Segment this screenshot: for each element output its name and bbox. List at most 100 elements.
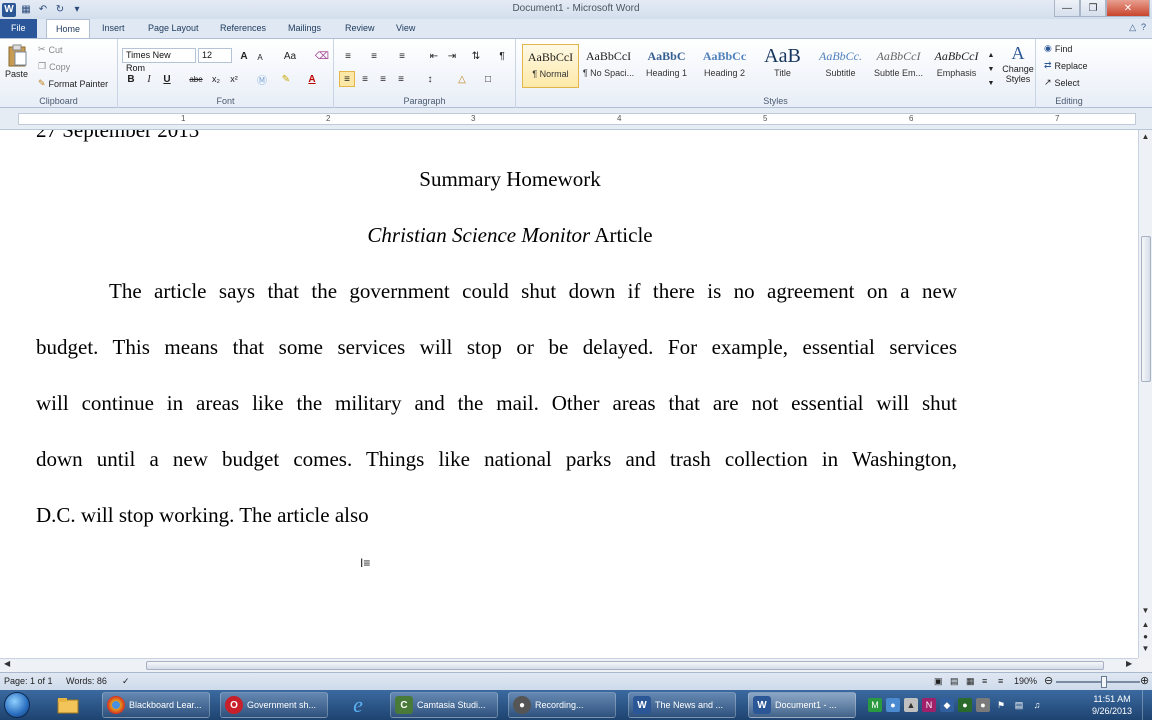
paste-button[interactable]: Paste [5,43,28,79]
style-title[interactable]: AaB Title [754,44,811,88]
zoom-out-icon[interactable]: ⊖ [1044,674,1053,687]
underline-button[interactable]: U [159,71,175,87]
word-count[interactable]: Words: 86 [66,676,107,686]
taskbar-item-document1[interactable]: W Document1 - ... [748,692,856,718]
explorer-icon[interactable] [50,693,86,717]
show-desktop-button[interactable] [1142,690,1152,720]
format-painter-button[interactable]: ✎ Format Painter [38,78,108,89]
style-normal[interactable]: AaBbCcI ¶ Normal [522,44,579,88]
increase-indent-icon[interactable]: ⇥ [444,48,460,64]
tray-app-icon[interactable]: M [868,698,882,712]
find-button[interactable]: ◉ Find [1044,43,1072,54]
horizontal-scrollbar[interactable]: ◀ ▶ [0,658,1138,672]
tab-view[interactable]: View [387,19,424,38]
justify-icon[interactable]: ≡ [393,71,409,87]
tab-home[interactable]: Home [46,19,91,38]
style-heading-1[interactable]: AaBbC Heading 1 [638,44,695,88]
clear-formatting-icon[interactable]: ⌫ [314,48,330,64]
full-screen-reading-icon[interactable]: ▤ [950,676,959,687]
scroll-left-icon[interactable]: ◀ [4,659,10,668]
tray-app-icon[interactable]: ● [958,698,972,712]
vertical-scrollbar[interactable]: ▲ ▼ ▲ ● ▼ [1138,130,1152,658]
document-page[interactable]: 27 September 2013 Summary Homework Chris… [18,130,1138,658]
tray-app-icon[interactable]: ● [886,698,900,712]
draft-view-icon[interactable]: ≡ [998,676,1003,686]
style-heading-2[interactable]: AaBbCc Heading 2 [696,44,753,88]
minimize-button[interactable]: — [1054,0,1080,17]
decrease-indent-icon[interactable]: ⇤ [426,48,442,64]
font-name-combo[interactable]: Times New Rom [122,48,196,73]
internet-explorer-icon[interactable]: e [340,692,376,717]
style-no-spacing[interactable]: AaBbCcI ¶ No Spaci... [580,44,637,88]
minimize-ribbon-icon[interactable]: △ [1129,22,1136,33]
select-button[interactable]: ↗ Select [1044,77,1080,88]
sort-icon[interactable]: ⇅ [468,48,484,64]
change-case-icon[interactable]: Aa [280,48,300,64]
taskbar-item-camtasia[interactable]: C Camtasia Studi... [390,692,498,718]
system-clock[interactable]: 11:51 AM 9/26/2013 [1084,693,1140,717]
document-area[interactable]: 27 September 2013 Summary Homework Chris… [0,130,1138,658]
style-subtitle[interactable]: AaBbCc. Subtitle [812,44,869,88]
italic-button[interactable]: I [141,71,157,87]
style-emphasis[interactable]: AaBbCcI Emphasis [928,44,985,88]
numbering-icon[interactable]: ≡ [366,48,382,64]
replace-button[interactable]: ⇄ Replace [1044,60,1088,71]
bold-button[interactable]: B [123,71,139,87]
scroll-down-icon[interactable]: ▼ [1139,606,1152,615]
network-icon[interactable]: ▤ [1012,698,1026,712]
next-page-icon[interactable]: ▼ [1139,644,1152,653]
change-styles-button[interactable]: A Change Styles [1000,43,1036,84]
scroll-right-icon[interactable]: ▶ [1126,659,1132,668]
line-spacing-icon[interactable]: ↕ [422,71,438,87]
select-browse-object-icon[interactable]: ● [1139,632,1152,641]
align-center-icon[interactable]: ≡ [357,71,373,87]
web-layout-icon[interactable]: ▦ [966,676,975,687]
multilevel-list-icon[interactable]: ≡ [394,48,410,64]
tab-review[interactable]: Review [336,19,384,38]
tab-mailings[interactable]: Mailings [279,19,330,38]
zoom-in-icon[interactable]: ⊕ [1140,674,1149,687]
tray-app-icon[interactable]: ▲ [904,698,918,712]
copy-button[interactable]: ❐ Copy [38,61,70,72]
zoom-level[interactable]: 190% [1014,676,1037,686]
tray-app-icon[interactable]: ● [976,698,990,712]
onenote-icon[interactable]: N [922,698,936,712]
strikethrough-button[interactable]: abe [186,71,206,87]
font-size-combo[interactable]: 12 [198,48,232,63]
scroll-up-icon[interactable]: ▲ [1139,132,1152,141]
page-count[interactable]: Page: 1 of 1 [4,676,53,686]
taskbar-item-blackboard[interactable]: Blackboard Lear... [102,692,210,718]
maximize-button[interactable]: ❐ [1080,0,1106,17]
print-layout-icon[interactable]: ▣ [934,676,943,687]
horizontal-scroll-thumb[interactable] [146,661,1104,670]
borders-icon[interactable]: □ [480,71,496,87]
outline-view-icon[interactable]: ≡ [982,676,987,686]
proofing-icon[interactable]: ✓ [122,676,130,687]
styles-more-icon[interactable]: ▼ [986,75,996,91]
volume-icon[interactable]: ♫ [1030,698,1044,712]
tab-insert[interactable]: Insert [93,19,134,38]
tab-page-layout[interactable]: Page Layout [139,19,208,38]
show-formatting-icon[interactable]: ¶ [494,48,510,64]
previous-page-icon[interactable]: ▲ [1139,620,1152,629]
close-button[interactable]: ✕ [1106,0,1150,17]
font-color-icon[interactable]: A [304,71,320,87]
subscript-button[interactable]: x₂ [208,71,224,87]
start-button[interactable] [4,692,30,718]
action-center-icon[interactable]: ⚑ [994,698,1008,712]
style-subtle-emphasis[interactable]: AaBbCcI Subtle Em... [870,44,927,88]
align-right-icon[interactable]: ≡ [375,71,391,87]
align-left-icon[interactable]: ≡ [339,71,355,87]
zoom-slider-knob[interactable] [1101,676,1107,688]
taskbar-item-recording[interactable]: ● Recording... [508,692,616,718]
tray-app-icon[interactable]: ◆ [940,698,954,712]
text-effects-icon[interactable]: Ⓜ [254,71,270,87]
horizontal-ruler[interactable]: 1 2 3 4 5 6 7 [0,108,1152,130]
zoom-slider[interactable] [1056,681,1140,683]
tab-references[interactable]: References [211,19,275,38]
taskbar-item-news-word[interactable]: W The News and ... [628,692,736,718]
bullets-icon[interactable]: ≡ [340,48,356,64]
shrink-font-icon[interactable]: A [252,49,268,65]
vertical-scroll-thumb[interactable] [1141,236,1151,382]
grow-font-icon[interactable]: A [236,48,252,64]
